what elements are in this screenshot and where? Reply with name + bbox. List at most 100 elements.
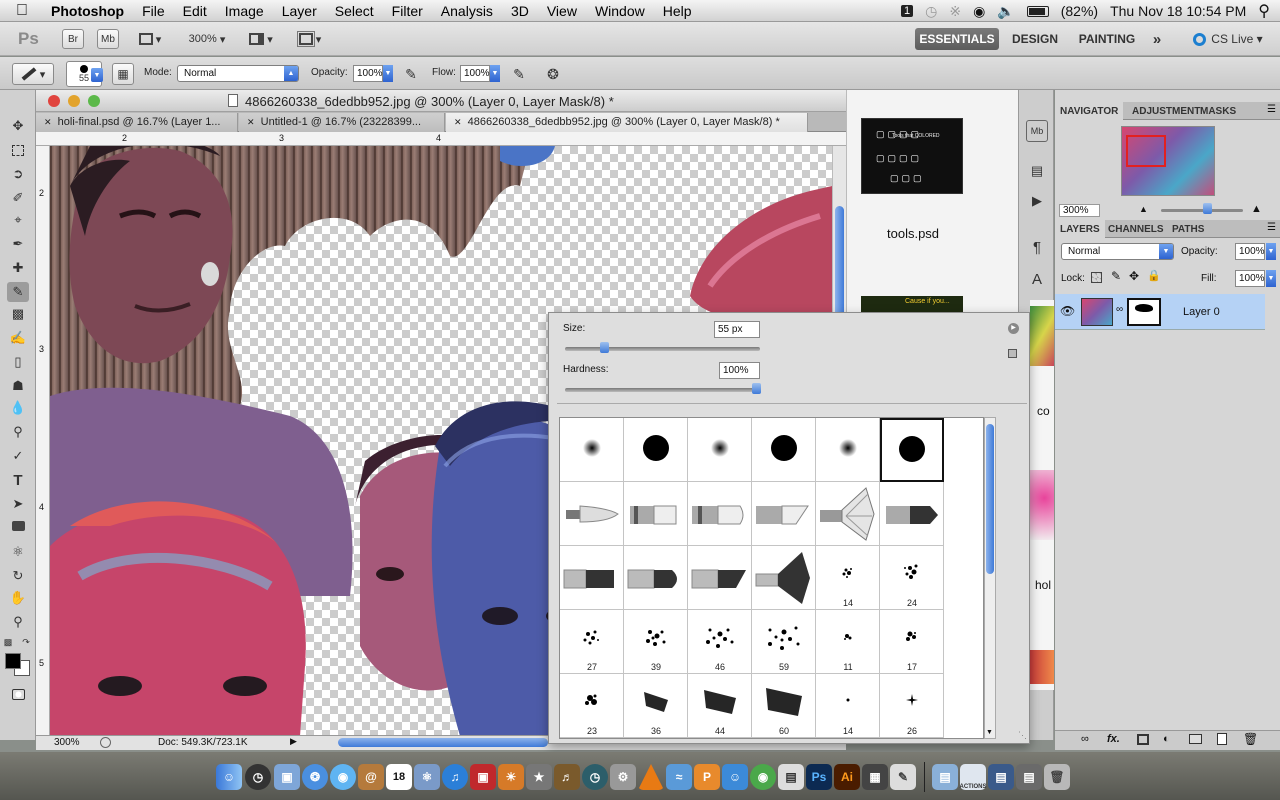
ical-icon[interactable]: 18 xyxy=(386,764,412,790)
type-tool-icon[interactable]: T xyxy=(7,470,29,490)
menu-select[interactable]: Select xyxy=(326,3,383,19)
size-slider[interactable] xyxy=(565,342,760,353)
flow-input[interactable]: 100% xyxy=(460,65,490,82)
brush-preset-chalk[interactable]: 23 xyxy=(560,674,624,738)
lock-all-icon[interactable]: 🔒 xyxy=(1147,269,1161,282)
crop-tool-icon[interactable]: ⌖ xyxy=(7,210,29,230)
mini-bridge-button[interactable]: Mb xyxy=(97,29,119,49)
brush-preset-spatter[interactable]: 17 xyxy=(880,610,944,674)
dodge-tool-icon[interactable]: ⚲ xyxy=(7,422,29,442)
hardness-slider[interactable] xyxy=(565,383,761,394)
brush-tool-icon[interactable]: ✎ xyxy=(7,282,29,302)
menu-analysis[interactable]: Analysis xyxy=(432,3,502,19)
panel-menu-icon[interactable]: ☰ xyxy=(1267,104,1276,115)
brush-preset-spatter[interactable]: 46 xyxy=(688,610,752,674)
panel-menu-icon[interactable]: ☰ xyxy=(1267,222,1276,233)
blend-mode-select[interactable]: Normal ▼ xyxy=(1061,243,1174,260)
apple-icon[interactable]:  xyxy=(0,2,42,20)
dashboard-icon[interactable]: ◷ xyxy=(245,764,271,790)
airbrush-button[interactable]: ✎ xyxy=(508,63,530,85)
menu-image[interactable]: Image xyxy=(216,3,273,19)
tab-close-icon[interactable]: ✕ xyxy=(454,117,462,127)
eyedropper-tool-icon[interactable]: ✒ xyxy=(7,234,29,254)
status-zoom[interactable]: 300% xyxy=(54,737,80,748)
quick-mask-icon[interactable] xyxy=(7,684,29,704)
brush-preset-star[interactable]: 26 xyxy=(880,674,944,738)
brush-preset-hard-round[interactable] xyxy=(752,418,816,482)
layer-thumbnail[interactable] xyxy=(1081,298,1113,326)
paint-bucket-tool-icon[interactable]: ☗ xyxy=(7,376,29,396)
safari-icon[interactable]: ❂ xyxy=(302,764,328,790)
lock-position-icon[interactable]: ✥ xyxy=(1129,269,1139,283)
screen-mode-button[interactable]: ▾ xyxy=(293,29,327,49)
mask-link-icon[interactable]: ∞ xyxy=(1116,304,1123,315)
star-app-icon[interactable]: ★ xyxy=(526,764,552,790)
brush-grid-scrollbar[interactable]: ▼ xyxy=(984,417,996,739)
tab-untitled-1[interactable]: ✕ Untitled-1 @ 16.7% (23228399... xyxy=(239,113,445,132)
workspace-essentials[interactable]: ESSENTIALS xyxy=(915,28,999,50)
tab-paths[interactable]: PATHS xyxy=(1167,220,1209,238)
brush-preset-hard-round-selected[interactable] xyxy=(880,418,944,482)
brush-preset-soft-round[interactable] xyxy=(560,418,624,482)
brush-preset-chalk[interactable]: 44 xyxy=(688,674,752,738)
menu-layer[interactable]: Layer xyxy=(273,3,326,19)
hardness-input[interactable]: 100% xyxy=(719,362,760,379)
brush-preset-bristle-round[interactable] xyxy=(624,546,688,610)
eraser-tool-icon[interactable]: ▯ xyxy=(7,352,29,372)
default-colors-icon[interactable]: ▩ xyxy=(2,636,14,648)
brush-preset-soft-round[interactable] xyxy=(688,418,752,482)
tab-channels[interactable]: CHANNELS xyxy=(1103,220,1169,238)
vlc-icon[interactable] xyxy=(638,764,664,790)
zoom-level-dropdown[interactable]: 300% ▾ xyxy=(182,29,232,49)
horizontal-scroll-thumb[interactable] xyxy=(338,738,548,747)
garageband-icon[interactable]: ♬ xyxy=(554,764,580,790)
system-preferences-icon[interactable]: ⚙ xyxy=(610,764,636,790)
size-slider-thumb[interactable] xyxy=(600,342,609,353)
thumbnail-second[interactable]: Cause if you... xyxy=(861,296,963,312)
app-icon-clapper[interactable]: ▦ xyxy=(862,764,888,790)
quick-selection-tool-icon[interactable]: ✐ xyxy=(7,188,29,208)
wifi-icon[interactable]: ◉ xyxy=(973,3,985,20)
iphoto-icon[interactable]: ⚛ xyxy=(414,764,440,790)
new-group-icon[interactable] xyxy=(1189,734,1202,744)
downloads-stack-icon[interactable]: ▤ xyxy=(988,764,1014,790)
link-layers-icon[interactable]: ∞ xyxy=(1081,733,1089,745)
zoom-window-button[interactable] xyxy=(88,95,100,107)
aperture-icon[interactable]: ☀ xyxy=(498,764,524,790)
status-menu-arrow[interactable]: ▶ xyxy=(290,736,297,747)
bluetooth-icon[interactable]: ※ xyxy=(949,3,961,20)
ruler-horizontal[interactable]: 2 3 4 xyxy=(36,132,846,146)
marquee-tool-icon[interactable] xyxy=(7,140,29,160)
opacity-dropdown-arrow[interactable]: ▼ xyxy=(383,65,393,82)
spotlight-icon[interactable]: ⚲ xyxy=(1258,1,1270,21)
brush-preset-spatter[interactable]: 39 xyxy=(624,610,688,674)
menu-help[interactable]: Help xyxy=(654,3,701,19)
fill-input[interactable]: 100% xyxy=(1235,270,1265,287)
brush-preset-hard-round[interactable] xyxy=(624,418,688,482)
tab-holi-final[interactable]: ✕ holi-final.psd @ 16.7% (Layer 1... xyxy=(36,113,238,132)
brush-preset-spatter[interactable]: 59 xyxy=(752,610,816,674)
layer-row[interactable]: 👁 ∞ Layer 0 xyxy=(1055,294,1265,330)
brush-preset-bristle-angle[interactable] xyxy=(688,546,752,610)
applications-folder-icon[interactable]: ▤ xyxy=(932,764,958,790)
layers-opacity-arrow[interactable]: ▼ xyxy=(1266,243,1276,260)
brush-preset-soft-round[interactable] xyxy=(816,418,880,482)
app-icon-people[interactable]: ☺ xyxy=(722,764,748,790)
navigator-zoom-handle[interactable] xyxy=(1203,203,1212,214)
layer-style-icon[interactable]: fx. xyxy=(1107,733,1120,745)
swap-colors-icon[interactable]: ↷ xyxy=(20,636,32,648)
address-book-icon[interactable]: @ xyxy=(358,764,384,790)
illustrator-dock-icon[interactable]: Ai xyxy=(834,764,860,790)
trash-icon[interactable]: 🗑 xyxy=(1044,764,1070,790)
new-preset-icon[interactable] xyxy=(1008,349,1017,358)
clock[interactable]: Thu Nov 18 10:54 PM xyxy=(1110,3,1246,19)
menu-3d[interactable]: 3D xyxy=(502,3,538,19)
file-name-tools-psd[interactable]: tools.psd xyxy=(887,226,939,241)
brush-preset-spatter[interactable]: 11 xyxy=(816,610,880,674)
photo-booth-icon[interactable]: ▣ xyxy=(470,764,496,790)
adjustment-layer-icon[interactable]: ◐ xyxy=(1163,733,1170,745)
brush-preset-bristle-dark[interactable] xyxy=(560,546,624,610)
app-icon-pages[interactable]: P xyxy=(694,764,720,790)
lock-transparent-icon[interactable] xyxy=(1091,272,1102,283)
brush-preset-bristle-fan[interactable] xyxy=(752,546,816,610)
